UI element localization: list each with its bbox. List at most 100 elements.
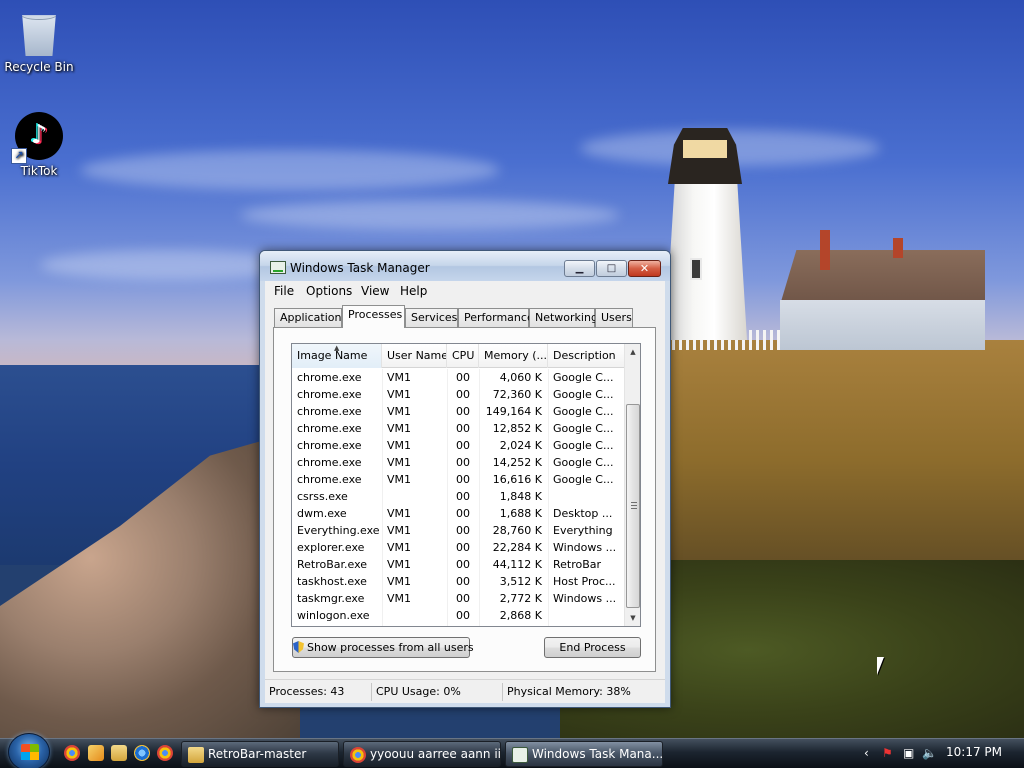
volume-icon[interactable]: 🔈 xyxy=(922,746,937,760)
table-row[interactable]: taskhost.exe VM1 00 3,512 K Host Proc... xyxy=(292,573,624,590)
cell-memory: 28,760 K xyxy=(492,524,542,537)
tab-performance[interactable]: Performance xyxy=(458,308,534,327)
column-user-name[interactable]: User Name xyxy=(382,344,447,368)
show-hidden-icons-chevron-icon[interactable]: ‹ xyxy=(864,746,869,760)
taskbar-button-retrobar-master[interactable]: RetroBar-master xyxy=(181,741,339,767)
menu-view[interactable]: View xyxy=(361,284,389,298)
cell-user: VM1 xyxy=(387,456,412,469)
cell-desc: Host Proc... xyxy=(553,575,616,588)
cell-user: VM1 xyxy=(387,405,412,418)
cell-image: chrome.exe xyxy=(297,422,362,435)
cell-user: VM1 xyxy=(387,592,412,605)
cell-desc: Windows ... xyxy=(553,541,617,554)
lighthouse-window xyxy=(690,258,702,280)
scroll-up-arrow-icon[interactable]: ▲ xyxy=(625,344,640,360)
end-process-button[interactable]: End Process xyxy=(544,637,641,658)
status-processes: Processes: 43 xyxy=(265,683,372,701)
table-row[interactable]: chrome.exe VM1 00 12,852 K Google C... xyxy=(292,420,624,437)
action-center-flag-icon[interactable]: ⚑ xyxy=(882,746,893,760)
cell-memory: 149,164 K xyxy=(485,405,542,418)
table-row[interactable]: dwm.exe VM1 00 1,688 K Desktop ... xyxy=(292,505,624,522)
uac-shield-icon xyxy=(293,641,304,653)
house-roof xyxy=(780,250,985,305)
status-bar: Processes: 43 CPU Usage: 0% Physical Mem… xyxy=(265,679,665,703)
close-button[interactable]: ✕ xyxy=(628,260,661,277)
quick-launch-chrome-icon[interactable] xyxy=(64,745,80,761)
windows-logo-icon xyxy=(21,744,39,760)
cell-cpu: 00 xyxy=(456,422,470,435)
column-description[interactable]: Description xyxy=(548,344,624,368)
network-icon[interactable]: ▣ xyxy=(903,746,914,760)
vertical-scrollbar[interactable]: ▲ ▼ xyxy=(624,344,640,626)
cell-memory: 16,616 K xyxy=(492,473,542,486)
cell-memory: 14,252 K xyxy=(492,456,542,469)
cell-desc: Google C... xyxy=(553,388,614,401)
cell-image: explorer.exe xyxy=(297,541,365,554)
quick-launch-chrome-icon[interactable] xyxy=(157,745,173,761)
taskbar-clock[interactable]: 10:17 PM xyxy=(946,745,1002,759)
cell-cpu: 00 xyxy=(456,524,470,537)
cell-image: chrome.exe xyxy=(297,473,362,486)
tab-users[interactable]: Users xyxy=(595,308,633,327)
cell-memory: 12,852 K xyxy=(492,422,542,435)
cell-image: winlogon.exe xyxy=(297,609,370,622)
scroll-down-arrow-icon[interactable]: ▼ xyxy=(625,610,640,626)
cell-memory: 22,284 K xyxy=(492,541,542,554)
table-row[interactable]: chrome.exe VM1 00 72,360 K Google C... xyxy=(292,386,624,403)
cell-memory: 2,024 K xyxy=(499,439,542,452)
recycle-bin-icon xyxy=(22,15,56,56)
table-row[interactable]: explorer.exe VM1 00 22,284 K Windows ... xyxy=(292,539,624,556)
table-row[interactable]: chrome.exe VM1 00 16,616 K Google C... xyxy=(292,471,624,488)
table-row[interactable]: RetroBar.exe VM1 00 44,112 K RetroBar xyxy=(292,556,624,573)
quick-launch-folder-icon[interactable] xyxy=(111,745,127,761)
taskbar-button-task-manager[interactable]: Windows Task Mana... xyxy=(505,741,663,767)
menu-file[interactable]: File xyxy=(274,284,294,298)
folder-icon xyxy=(188,747,204,763)
table-row[interactable]: Everything.exe VM1 00 28,760 K Everything xyxy=(292,522,624,539)
tab-networking[interactable]: Networking xyxy=(529,308,598,327)
status-cpu-usage: CPU Usage: 0% xyxy=(372,683,503,701)
cell-image: dwm.exe xyxy=(297,507,347,520)
cell-desc xyxy=(548,488,624,505)
cell-cpu: 00 xyxy=(456,507,470,520)
tab-applications[interactable]: Applications xyxy=(274,308,347,327)
cell-memory: 44,112 K xyxy=(492,558,542,571)
quick-launch-internet-explorer-icon[interactable] xyxy=(134,745,150,761)
show-all-processes-button[interactable]: Show processes from all users xyxy=(292,637,474,658)
cell-cpu: 00 xyxy=(456,473,470,486)
menu-help[interactable]: Help xyxy=(400,284,427,298)
start-button[interactable] xyxy=(8,733,50,768)
process-list[interactable]: ▲ Image Name User Name CPU Memory (... D… xyxy=(291,343,641,627)
desktop-icon-tiktok[interactable]: ♪ ↗ TikTok xyxy=(1,112,77,178)
tiktok-icon: ♪ ↗ xyxy=(11,112,63,164)
column-cpu[interactable]: CPU xyxy=(447,344,479,368)
cell-desc: Google C... xyxy=(553,371,614,384)
title-bar[interactable]: Windows Task Manager ▁ □ ✕ xyxy=(260,251,670,281)
scroll-thumb[interactable] xyxy=(626,404,640,608)
tab-services[interactable]: Services xyxy=(405,308,458,327)
taskbar-button-chrome[interactable]: yyoouu aarree aann ii... xyxy=(343,741,501,767)
table-row[interactable]: taskmgr.exe VM1 00 2,772 K Windows ... xyxy=(292,590,624,607)
cell-desc: Windows ... xyxy=(553,592,617,605)
cell-cpu: 00 xyxy=(456,490,470,503)
table-row[interactable]: chrome.exe VM1 00 149,164 K Google C... xyxy=(292,403,624,420)
quick-launch-media-player-icon[interactable] xyxy=(88,745,104,761)
table-row[interactable]: chrome.exe VM1 00 2,024 K Google C... xyxy=(292,437,624,454)
chrome-icon xyxy=(350,747,366,763)
column-memory[interactable]: Memory (... xyxy=(479,344,548,368)
mouse-cursor-icon xyxy=(877,657,884,675)
table-row[interactable]: chrome.exe VM1 00 14,252 K Google C... xyxy=(292,454,624,471)
minimize-button[interactable]: ▁ xyxy=(564,260,595,277)
tab-processes[interactable]: Processes xyxy=(342,305,405,328)
maximize-button[interactable]: □ xyxy=(596,260,627,277)
cell-cpu: 00 xyxy=(456,371,470,384)
desktop-icon-recycle-bin[interactable]: Recycle Bin xyxy=(1,8,77,74)
menu-options[interactable]: Options xyxy=(306,284,352,298)
cell-cpu: 00 xyxy=(456,575,470,588)
table-row[interactable]: winlogon.exe 00 2,868 K xyxy=(292,607,624,624)
column-image-name[interactable]: ▲ Image Name xyxy=(292,344,382,368)
table-row[interactable]: chrome.exe VM1 00 4,060 K Google C... xyxy=(292,369,624,386)
table-row[interactable]: csrss.exe 00 1,848 K xyxy=(292,488,624,505)
cell-memory: 1,848 K xyxy=(499,490,542,503)
cell-image: RetroBar.exe xyxy=(297,558,368,571)
